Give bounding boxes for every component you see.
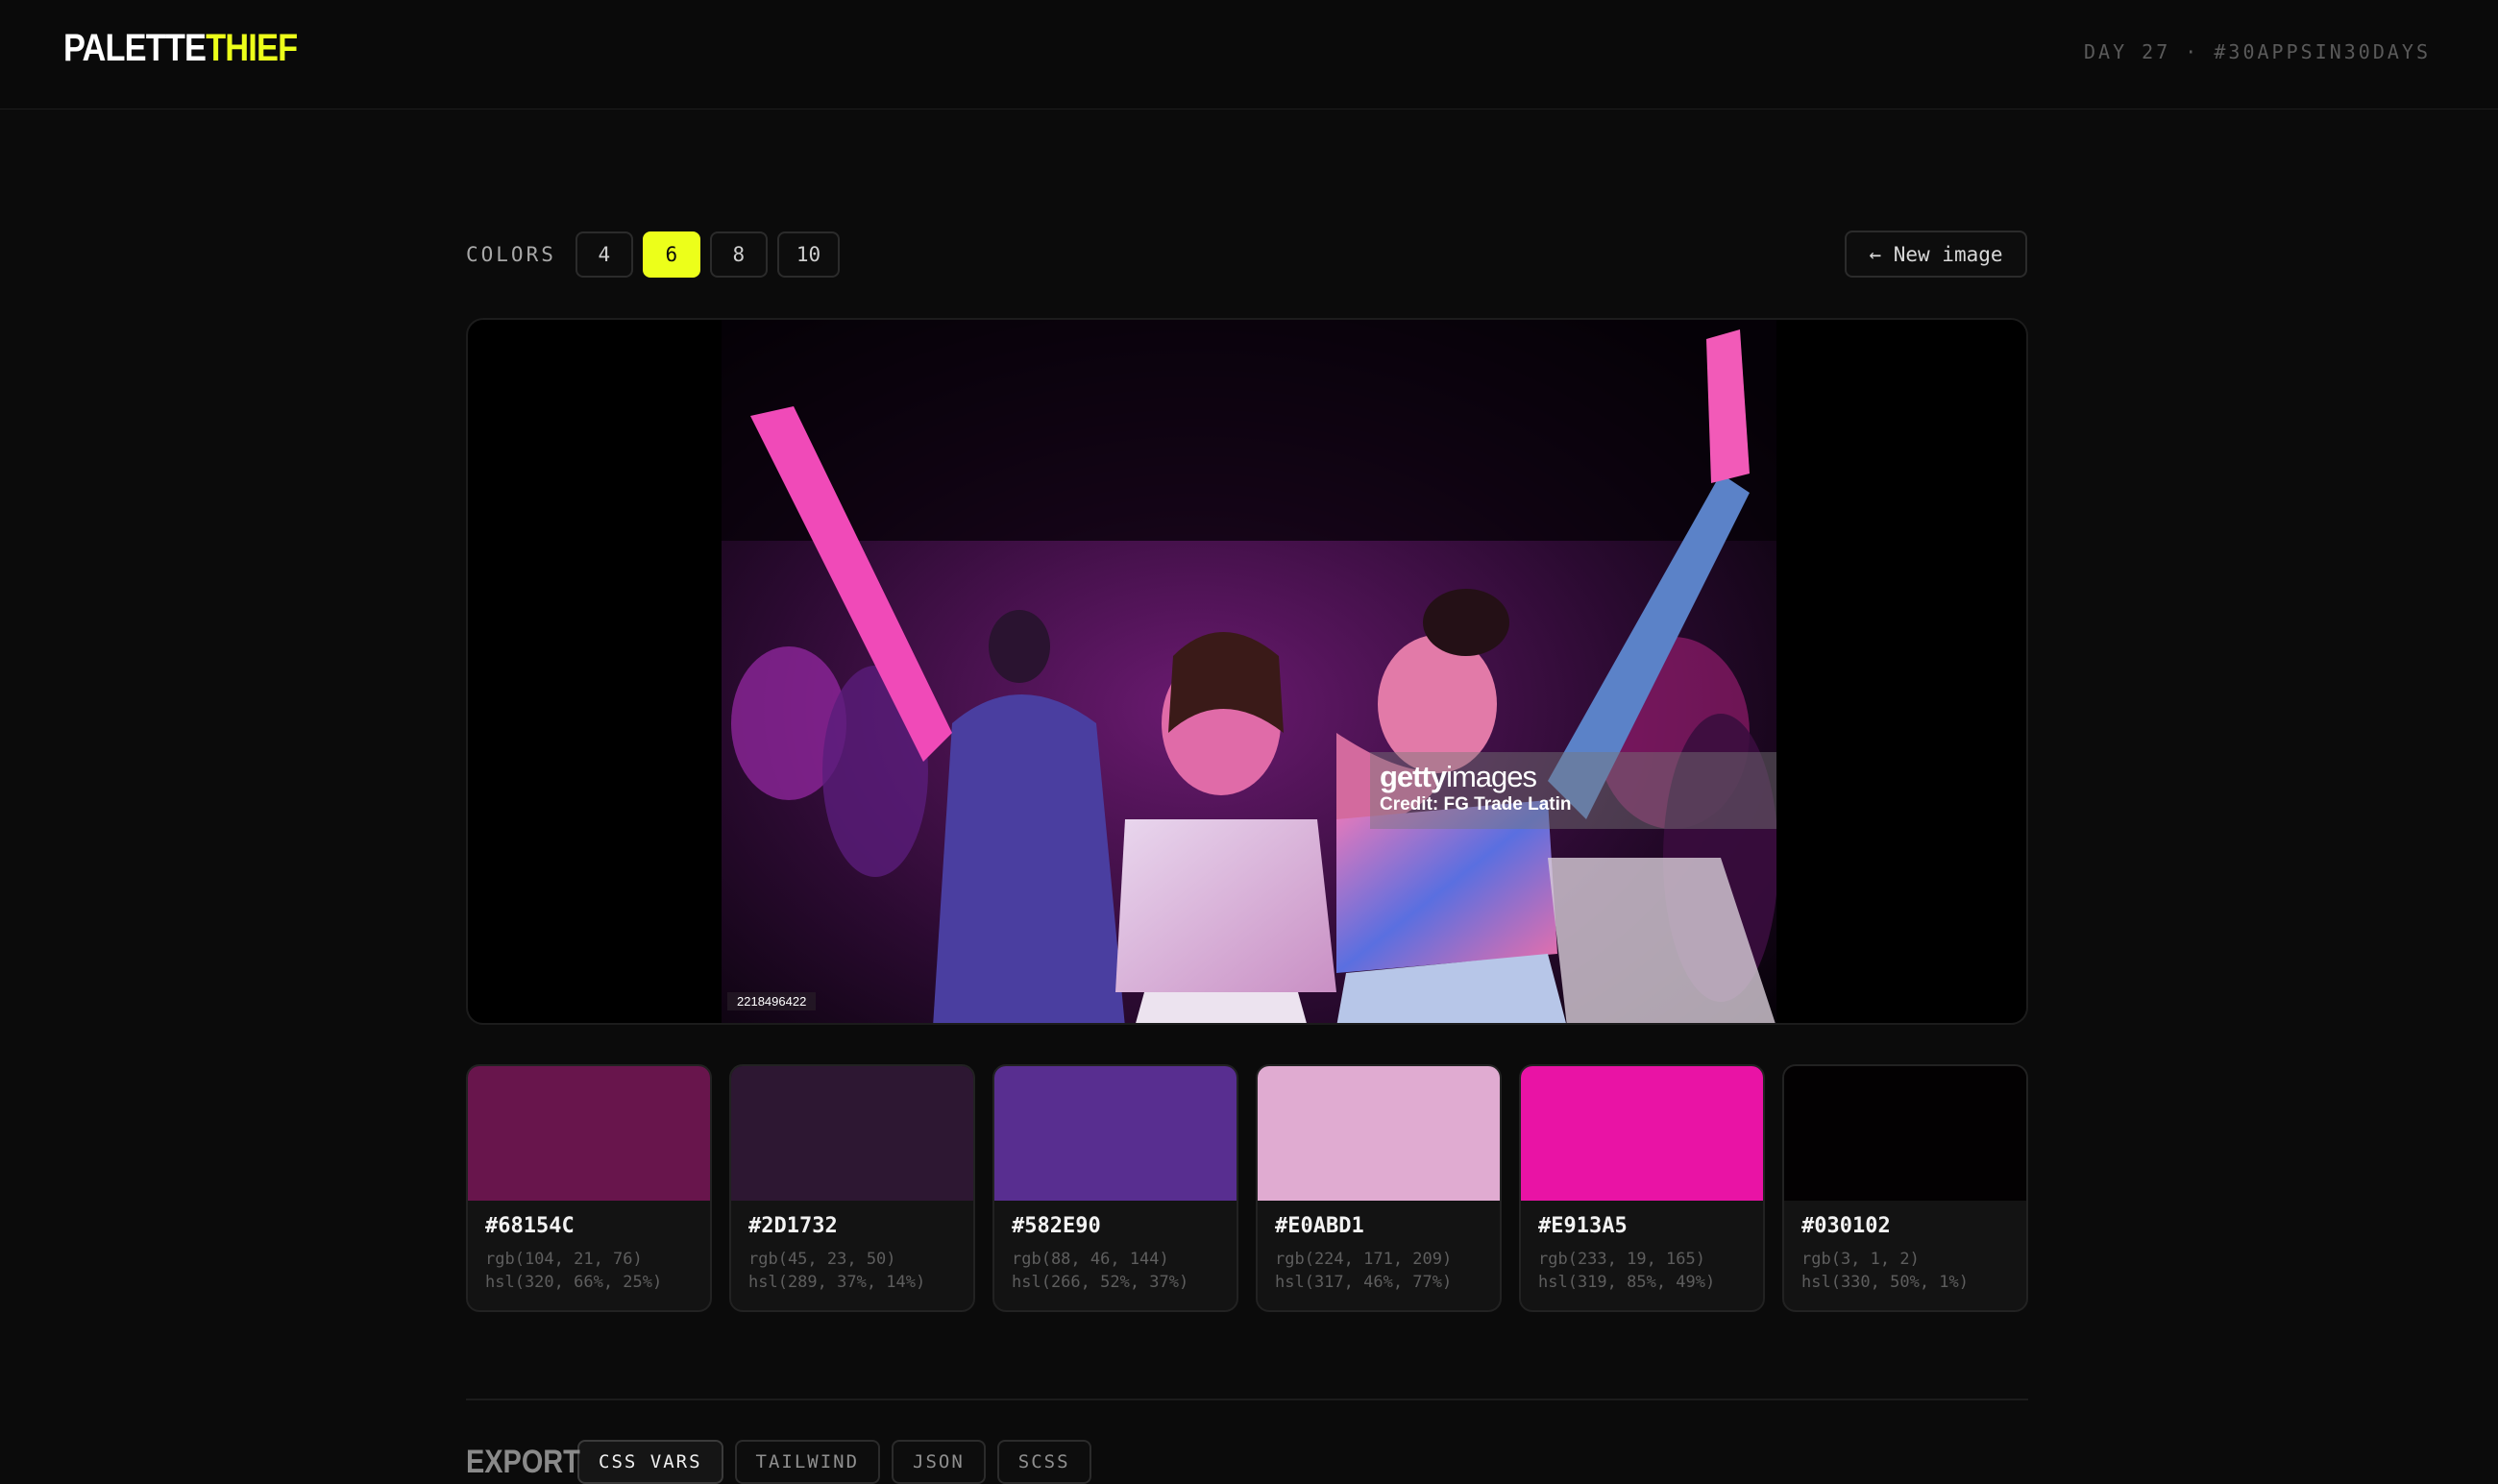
count-button-8[interactable]: 8 — [709, 231, 768, 278]
swatch-hsl: hsl(289, 37%, 14%) — [748, 1273, 926, 1292]
swatch-hsl: hsl(266, 52%, 37%) — [1012, 1273, 1189, 1292]
count-button-6[interactable]: 6 — [642, 231, 700, 278]
swatch-rgb: rgb(104, 21, 76) — [485, 1250, 643, 1269]
swatch-hsl: hsl(330, 50%, 1%) — [1801, 1273, 1969, 1292]
swatch-rgb: rgb(88, 46, 144) — [1012, 1250, 1169, 1269]
swatch-color-block[interactable] — [731, 1066, 973, 1201]
swatch-hex[interactable]: #030102 — [1801, 1214, 2009, 1238]
swatch-card[interactable]: #68154C rgb(104, 21, 76) hsl(320, 66%, 2… — [466, 1064, 712, 1312]
swatch-info: #030102 rgb(3, 1, 2) hsl(330, 50%, 1%) — [1784, 1201, 2026, 1294]
swatch-hex[interactable]: #E0ABD1 — [1275, 1214, 1482, 1238]
color-count-selector: COLORS 4 6 8 10 — [466, 231, 849, 279]
swatch-hex[interactable]: #E913A5 — [1538, 1214, 1746, 1238]
swatch-hsl: hsl(319, 85%, 49%) — [1538, 1273, 1716, 1292]
swatch-color-block[interactable] — [1258, 1066, 1500, 1201]
count-button-10[interactable]: 10 — [776, 231, 841, 278]
uploaded-photo: gettyimages Credit: FG Trade Latin 22184… — [722, 320, 1776, 1023]
swatch-hsl: hsl(317, 46%, 77%) — [1275, 1273, 1453, 1292]
photo-illustration — [722, 320, 1776, 1023]
swatch-card[interactable]: #E0ABD1 rgb(224, 171, 209) hsl(317, 46%,… — [1256, 1064, 1502, 1312]
image-id-label: 2218496422 — [727, 992, 817, 1010]
tab-scss[interactable]: SCSS — [996, 1440, 1091, 1484]
swatch-card[interactable]: #030102 rgb(3, 1, 2) hsl(330, 50%, 1%) — [1782, 1064, 2028, 1312]
tab-css-vars[interactable]: CSS VARS — [577, 1440, 723, 1484]
swatch-card[interactable]: #582E90 rgb(88, 46, 144) hsl(266, 52%, 3… — [992, 1064, 1238, 1312]
swatch-rgb: rgb(3, 1, 2) — [1801, 1250, 1920, 1269]
swatch-color-block[interactable] — [1784, 1066, 2026, 1201]
swatch-rgb: rgb(45, 23, 50) — [748, 1250, 896, 1269]
swatch-info: #E0ABD1 rgb(224, 171, 209) hsl(317, 46%,… — [1258, 1201, 1500, 1294]
swatch-card[interactable]: #2D1732 rgb(45, 23, 50) hsl(289, 37%, 14… — [729, 1064, 975, 1312]
count-button-4[interactable]: 4 — [575, 231, 633, 278]
export-section: EXPORT CSS VARS TAILWIND JSON SCSS — [466, 1439, 1103, 1484]
export-title: EXPORT — [466, 1443, 580, 1480]
swatch-color-block[interactable] — [1521, 1066, 1763, 1201]
app-logo[interactable]: PALETTETHIEF — [63, 27, 298, 70]
swatch-hsl: hsl(320, 66%, 25%) — [485, 1273, 663, 1292]
logo-part-1: PALETTE — [63, 27, 207, 69]
day-tag: DAY 27 · #30APPSIN30DAYS — [2084, 40, 2431, 63]
top-bar: PALETTETHIEF DAY 27 · #30APPSIN30DAYS — [0, 0, 2498, 109]
swatch-hex[interactable]: #2D1732 — [748, 1214, 956, 1238]
palette-swatches: #68154C rgb(104, 21, 76) hsl(320, 66%, 2… — [466, 1064, 2028, 1312]
swatch-color-block[interactable] — [468, 1066, 710, 1201]
watermark-credit: Credit: FG Trade Latin — [1380, 794, 1572, 815]
swatch-rgb: rgb(233, 19, 165) — [1538, 1250, 1705, 1269]
watermark-box: gettyimages Credit: FG Trade Latin — [1370, 752, 1776, 829]
swatch-rgb: rgb(224, 171, 209) — [1275, 1250, 1453, 1269]
new-image-button[interactable]: ← New image — [1845, 231, 2027, 278]
tab-tailwind[interactable]: TAILWIND — [734, 1440, 881, 1484]
swatch-card[interactable]: #E913A5 rgb(233, 19, 165) hsl(319, 85%, … — [1519, 1064, 1765, 1312]
swatch-hex[interactable]: #582E90 — [1012, 1214, 1219, 1238]
image-preview-frame: gettyimages Credit: FG Trade Latin 22184… — [466, 318, 2028, 1025]
swatch-info: #582E90 rgb(88, 46, 144) hsl(266, 52%, 3… — [994, 1201, 1237, 1294]
swatch-info: #68154C rgb(104, 21, 76) hsl(320, 66%, 2… — [468, 1201, 710, 1294]
swatch-color-block[interactable] — [994, 1066, 1237, 1201]
logo-part-2: THIEF — [206, 27, 298, 69]
section-divider — [466, 1399, 2028, 1400]
swatch-info: #2D1732 rgb(45, 23, 50) hsl(289, 37%, 14… — [731, 1201, 973, 1294]
tab-json[interactable]: JSON — [892, 1440, 986, 1484]
colors-label: COLORS — [466, 243, 556, 266]
watermark-brand: gettyimages — [1380, 760, 1537, 793]
swatch-hex[interactable]: #68154C — [485, 1214, 693, 1238]
swatch-info: #E913A5 rgb(233, 19, 165) hsl(319, 85%, … — [1521, 1201, 1763, 1294]
